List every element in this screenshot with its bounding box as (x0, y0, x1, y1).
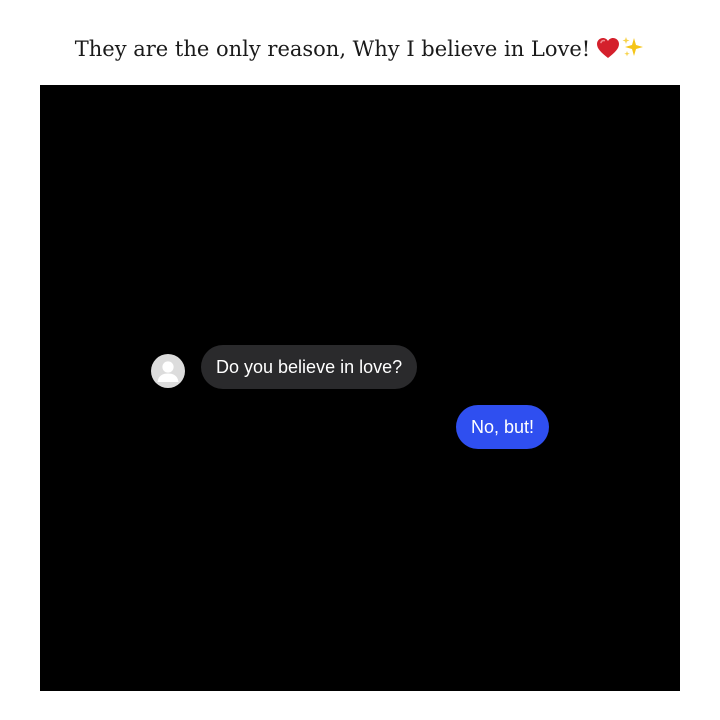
incoming-message-text: Do you believe in love? (216, 357, 403, 377)
red-heart-icon (596, 37, 620, 67)
outgoing-message-bubble[interactable]: No, but! (456, 405, 550, 449)
incoming-message-bubble[interactable]: Do you believe in love? (201, 345, 418, 389)
user-avatar-icon[interactable] (151, 354, 185, 388)
caption-text: They are the only reason, Why I believe … (74, 37, 591, 61)
sparkles-icon (621, 35, 645, 67)
chat-screen: Do you believe in love? No, but! (40, 85, 680, 691)
caption: They are the only reason, Why I believe … (0, 34, 720, 67)
outgoing-message-text: No, but! (471, 417, 535, 437)
